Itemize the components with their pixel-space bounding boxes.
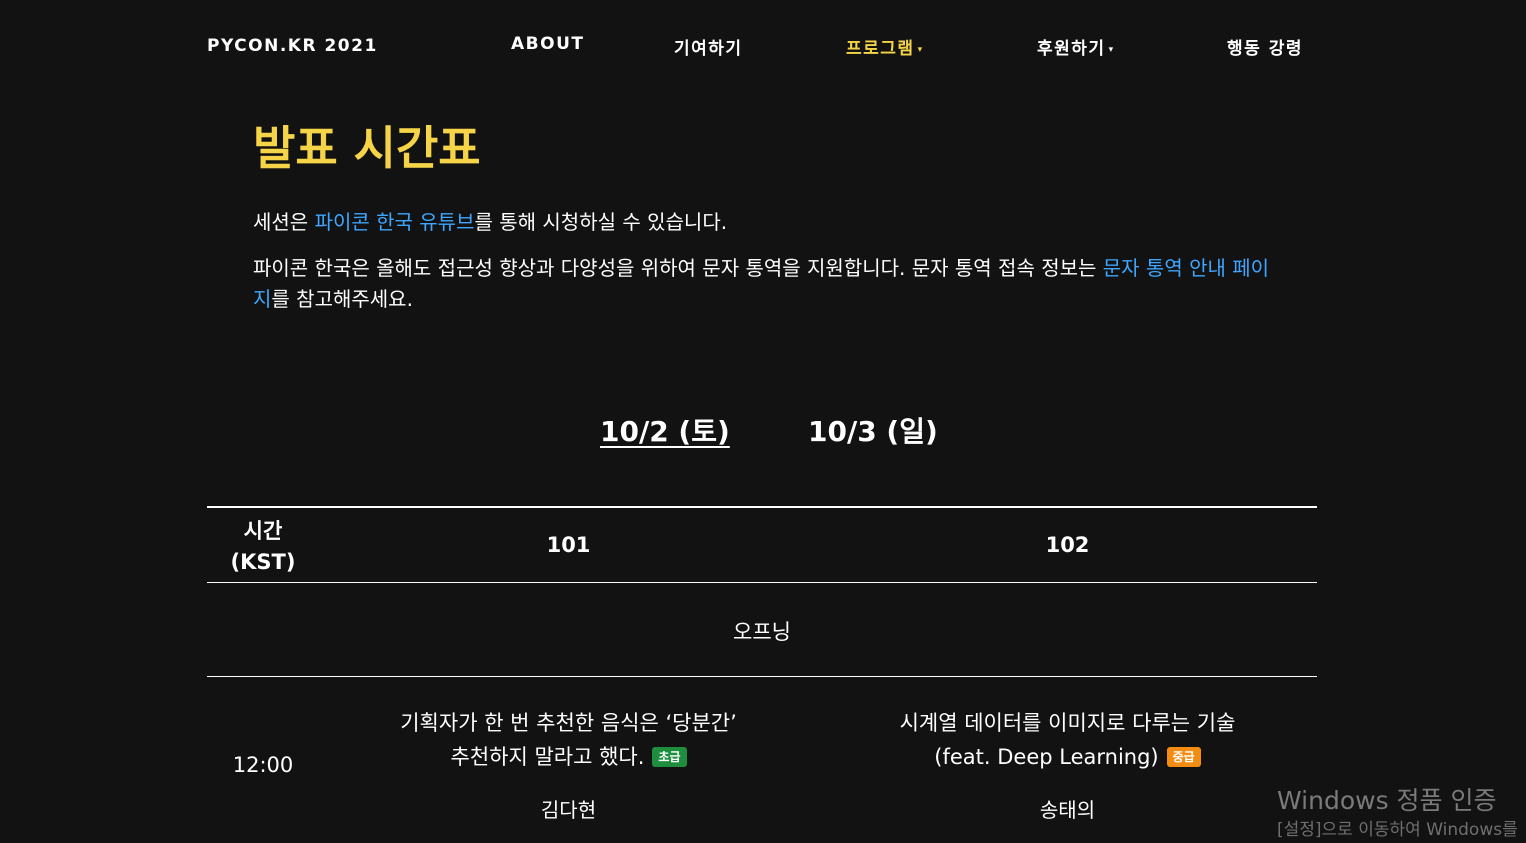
intro-text: 를 통해 시청하실 수 있습니다. <box>474 210 728 234</box>
table-row-divider <box>207 676 1317 677</box>
chevron-down-icon: ▾ <box>1108 45 1115 55</box>
speaker-name: 김다현 <box>540 798 597 822</box>
header-time-label: 시간 <box>243 519 283 543</box>
level-badge-beginner: 초급 <box>652 747 687 767</box>
nav-sponsor[interactable]: 후원하기 ▾ <box>1037 34 1115 59</box>
nav-sponsor-label: 후원하기 <box>1037 39 1106 59</box>
header-room-102: 102 <box>1045 533 1090 557</box>
tab-day-oct2[interactable]: 10/2 (토) <box>600 410 730 450</box>
nav-program[interactable]: 프로그램 ▾ <box>846 34 924 59</box>
opening-session: 오프닝 <box>733 620 791 644</box>
talk-room-102[interactable]: 시계열 데이터를 이미지로 다루는 기술 (feat. Deep Learnin… <box>818 706 1317 774</box>
windows-activation-watermark-title: Windows 정품 인증 <box>1277 786 1497 815</box>
speaker-name: 송태의 <box>1039 798 1096 822</box>
nav-contribute[interactable]: 기여하기 <box>674 34 743 59</box>
page: PYCON.KR 2021 ABOUT 기여하기 프로그램 ▾ 후원하기 ▾ 행동 … <box>0 0 1526 843</box>
chevron-down-icon: ▾ <box>917 45 924 55</box>
intro-text: 세션은 <box>253 210 315 234</box>
talk-title-line: (feat. Deep Learning) 중급 <box>818 740 1317 774</box>
tab-day-oct3[interactable]: 10/3 (일) <box>808 410 938 450</box>
header-time-zone: (KST) <box>230 550 296 574</box>
table-header-divider <box>207 582 1317 583</box>
nav-program-label: 프로그램 <box>846 39 915 59</box>
windows-activation-watermark-subtitle: [설정]으로 이동하여 Windows를 <box>1277 820 1518 840</box>
nav-about[interactable]: ABOUT <box>511 34 584 54</box>
nav-code-of-conduct[interactable]: 행동 강령 <box>1227 34 1303 59</box>
intro-paragraph-youtube: 세션은 파이콘 한국 유튜브를 통해 시청하실 수 있습니다. <box>253 207 1283 238</box>
intro-text: 를 참고해주세요. <box>271 287 413 311</box>
header-time: 시간 (KST) <box>207 516 319 578</box>
talk-room-101[interactable]: 기획자가 한 번 추천한 음식은 ‘당분간’ 추천하지 말라고 했다. 초급 <box>319 706 818 774</box>
intro-paragraph-captioning: 파이콘 한국은 올해도 접근성 향상과 다양성을 위하여 문자 통역을 지원합니… <box>253 253 1283 315</box>
table-top-border <box>207 506 1317 508</box>
brand-logo[interactable]: PYCON.KR 2021 <box>207 36 378 56</box>
header-room-101: 101 <box>546 533 591 557</box>
talk-title-line: 추천하지 말라고 했다. 초급 <box>319 740 818 774</box>
level-badge-intermediate: 중급 <box>1166 747 1201 767</box>
youtube-link[interactable]: 파이콘 한국 유튜브 <box>315 210 475 234</box>
page-title: 발표 시간표 <box>253 121 481 175</box>
talk-title-line: 기획자가 한 번 추천한 음식은 ‘당분간’ <box>400 711 737 735</box>
talk-title-line: 시계열 데이터를 이미지로 다루는 기술 <box>899 711 1236 735</box>
session-time: 12:00 <box>232 753 294 777</box>
intro-text: 파이콘 한국은 올해도 접근성 향상과 다양성을 위하여 문자 통역을 지원합니… <box>253 256 1103 280</box>
